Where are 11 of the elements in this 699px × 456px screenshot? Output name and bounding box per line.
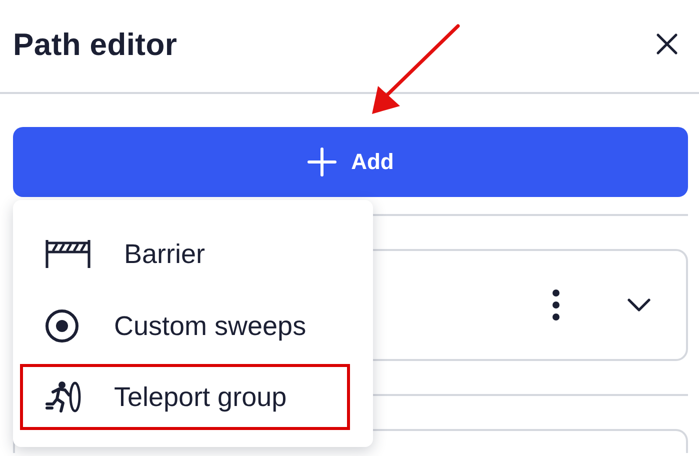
plus-icon — [307, 147, 338, 177]
chevron-down-icon[interactable] — [627, 298, 651, 312]
menu-item[interactable]: Teleport group — [13, 364, 373, 430]
menu-item[interactable]: Custom sweeps — [13, 290, 373, 362]
barrier-icon — [45, 239, 91, 269]
add-button[interactable]: Add — [13, 127, 688, 197]
menu-item[interactable]: Barrier — [13, 218, 373, 290]
panel-title: Path editor — [13, 26, 178, 62]
more-icon[interactable] — [551, 288, 561, 322]
running-figure-icon — [45, 380, 81, 414]
radio-target-icon — [45, 309, 79, 343]
